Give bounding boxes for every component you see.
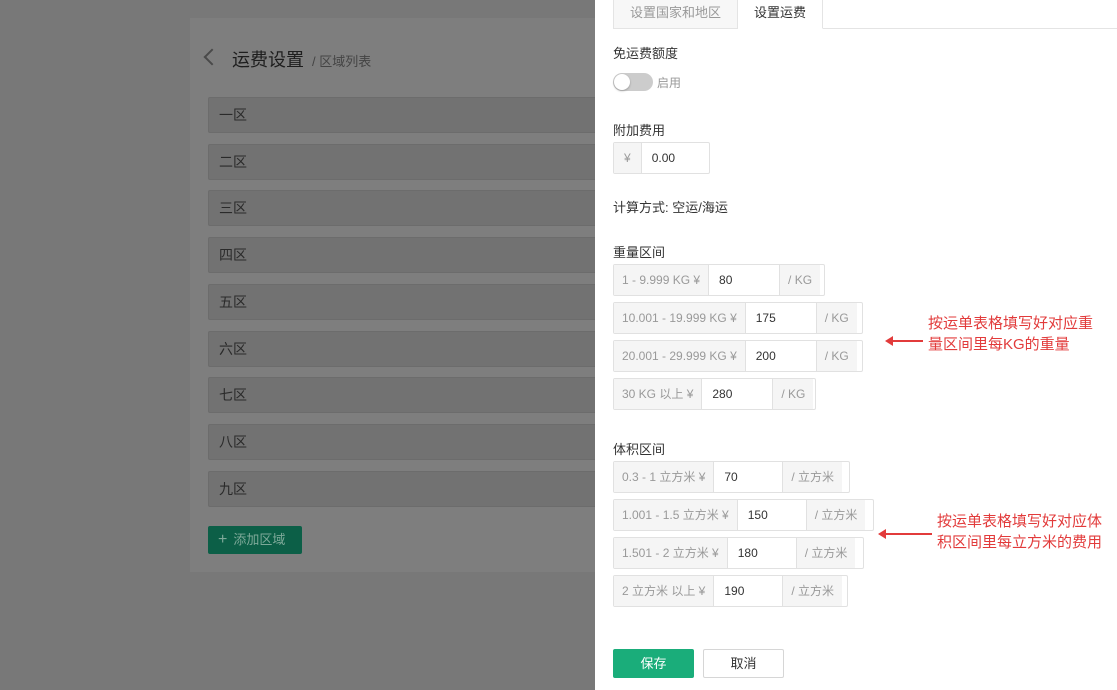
zone-item[interactable]: 四区	[208, 237, 608, 273]
zone-item[interactable]: 五区	[208, 284, 608, 320]
weight-unit-suffix: / KG	[779, 265, 821, 295]
extra-fee-label: 附加费用	[613, 123, 666, 138]
volume-note: 按运单表格填写好对应体 积区间里每立方米的费用	[937, 511, 1102, 553]
volume-fee-input[interactable]: 150	[737, 500, 806, 530]
weight-range-prefix: 30 KG 以上 ¥	[614, 379, 703, 409]
plus-icon: +	[218, 531, 228, 548]
zone-item[interactable]: 二区	[208, 144, 608, 180]
volume-note-line: 按运单表格填写好对应体	[937, 513, 1103, 530]
currency-prefix: ¥	[614, 143, 642, 173]
calc-method-text: 计算方式: 空运/海运	[613, 200, 728, 215]
volume-fee-input[interactable]: 190	[714, 576, 783, 606]
volume-note-arrow-icon	[878, 529, 932, 539]
weight-fee-input[interactable]: 200	[745, 341, 816, 371]
weight-fee-input[interactable]: 175	[745, 303, 816, 333]
weight-row: 30 KG 以上 ¥ 280 / KG	[613, 378, 816, 410]
page-title: 运费设置	[232, 50, 304, 70]
shipping-fee-drawer: 设置国家和地区 设置运费 免运费额度 启用 附加费用 ¥ 0.00 计算方式: …	[595, 0, 1117, 690]
zone-item[interactable]: 一区	[208, 97, 608, 133]
extra-fee-input[interactable]: 0.00	[641, 143, 686, 173]
save-button[interactable]: 保存	[613, 649, 694, 678]
volume-row: 0.3 - 1 立方米 ¥ 70 / 立方米	[613, 461, 850, 493]
weight-note-line: 量区间里每KG的重量	[928, 336, 1070, 353]
weight-fee-input[interactable]: 280	[702, 379, 773, 409]
volume-range-prefix: 0.3 - 1 立方米 ¥	[614, 462, 715, 492]
tab-shipping-fee[interactable]: 设置运费	[738, 0, 824, 29]
volume-range-prefix: 1.001 - 1.5 立方米 ¥	[614, 500, 738, 530]
zone-item[interactable]: 七区	[208, 377, 608, 413]
page-header: 运费设置 / 区域列表	[203, 46, 372, 72]
add-zone-label: 添加区域	[233, 532, 286, 547]
weight-note: 按运单表格填写好对应重 量区间里每KG的重量	[928, 313, 1093, 355]
volume-range-prefix: 1.501 - 2 立方米 ¥	[614, 538, 728, 568]
zone-item[interactable]: 九区	[208, 471, 608, 507]
weight-range-label: 重量区间	[613, 245, 666, 260]
free-shipping-label: 免运费额度	[613, 46, 679, 61]
volume-range-prefix: 2 立方米 以上 ¥	[614, 576, 715, 606]
volume-fee-input[interactable]: 180	[727, 538, 796, 568]
volume-unit-suffix: / 立方米	[782, 462, 843, 492]
weight-row: 20.001 - 29.999 KG ¥ 200 / KG	[613, 340, 863, 372]
weight-unit-suffix: / KG	[815, 303, 857, 333]
breadcrumb: / 区域列表	[312, 54, 372, 69]
weight-range-prefix: 1 - 9.999 KG ¥	[614, 265, 710, 295]
volume-unit-suffix: / 立方米	[795, 538, 856, 568]
zone-item[interactable]: 八区	[208, 424, 608, 460]
weight-row: 10.001 - 19.999 KG ¥ 175 / KG	[613, 302, 863, 334]
weight-unit-suffix: / KG	[815, 341, 857, 371]
volume-fee-input[interactable]: 70	[714, 462, 783, 492]
weight-note-arrow-icon	[885, 336, 923, 346]
tab-bar: 设置国家和地区 设置运费	[613, 0, 824, 29]
volume-unit-suffix: / 立方米	[805, 500, 866, 530]
volume-row: 2 立方米 以上 ¥ 190 / 立方米	[613, 575, 848, 607]
zone-item[interactable]: 三区	[208, 190, 608, 226]
free-shipping-toggle[interactable]	[613, 73, 653, 91]
toggle-knob	[614, 74, 630, 90]
toggle-label: 启用	[657, 76, 682, 90]
zone-item[interactable]: 六区	[208, 331, 608, 367]
weight-range-prefix: 20.001 - 29.999 KG ¥	[614, 341, 746, 371]
weight-fee-input[interactable]: 80	[709, 265, 780, 295]
cancel-button[interactable]: 取消	[703, 649, 784, 678]
weight-range-prefix: 10.001 - 19.999 KG ¥	[614, 303, 746, 333]
volume-range-label: 体积区间	[613, 442, 666, 457]
weight-row: 1 - 9.999 KG ¥ 80 / KG	[613, 264, 825, 296]
volume-unit-suffix: / 立方米	[782, 576, 843, 606]
volume-row: 1.001 - 1.5 立方米 ¥ 150 / 立方米	[613, 499, 874, 531]
weight-note-line: 按运单表格填写好对应重	[928, 315, 1094, 332]
volume-note-line: 积区间里每立方米的费用	[937, 534, 1103, 551]
back-arrow-icon[interactable]	[203, 48, 221, 66]
tab-countries-regions[interactable]: 设置国家和地区	[613, 0, 739, 29]
weight-unit-suffix: / KG	[772, 379, 814, 409]
add-zone-button[interactable]: + 添加区域	[208, 526, 302, 554]
extra-fee-input-group: ¥ 0.00	[613, 142, 710, 174]
volume-row: 1.501 - 2 立方米 ¥ 180 / 立方米	[613, 537, 864, 569]
